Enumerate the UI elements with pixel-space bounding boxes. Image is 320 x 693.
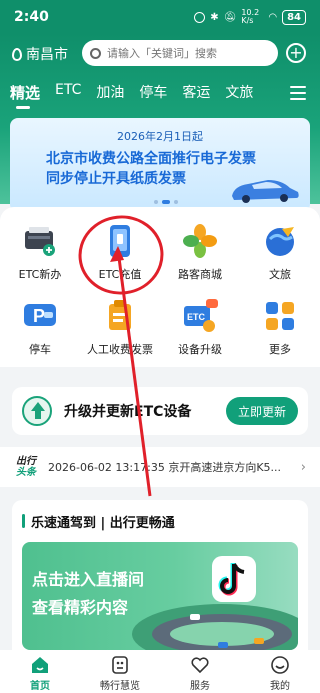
tab-etc[interactable]: ETC — [55, 82, 90, 103]
service-label: 路客商城 — [178, 268, 222, 281]
upgrade-arrow-icon — [22, 396, 52, 426]
service-device-upgrade[interactable]: ETC 设备升级 — [160, 298, 240, 357]
promo-banner[interactable]: 2026年2月1日起 北京市收费公路全面推行电子发票 同步停止开具纸质发票 — [10, 118, 310, 212]
service-etc-new[interactable]: ETC新办 — [0, 223, 80, 282]
nav-profile[interactable]: 我的 — [240, 650, 320, 693]
service-label: 文旅 — [269, 268, 291, 281]
mute-icon: 🔕︎ — [223, 11, 237, 23]
service-grid: ETC新办 ETC充值 路客商城 文旅 P 停车 人工收费发票 ETC 设备升级… — [0, 223, 320, 357]
nav-smart-travel[interactable]: 畅行慧览 — [80, 650, 160, 693]
tab-fuel[interactable]: 加油 — [96, 82, 133, 103]
promo-line-2: 查看精彩内容 — [32, 598, 129, 617]
location-label: 南昌市 — [26, 47, 68, 63]
add-button[interactable]: + — [286, 43, 306, 63]
nav-services[interactable]: 服务 — [160, 650, 240, 693]
search-icon — [90, 47, 101, 59]
banner-date: 2026年2月1日起 — [117, 130, 203, 143]
home-icon — [32, 657, 48, 673]
location-selector[interactable]: 南昌市 — [12, 44, 68, 64]
service-label: 设备升级 — [178, 343, 222, 356]
upgrade-title: 升级并更新ETC设备 — [64, 404, 192, 420]
network-speed: 10.2 K/s — [241, 8, 260, 25]
promo-line-1: 点击进入直播间 — [32, 570, 145, 589]
alarm-icon — [194, 11, 206, 23]
chevron-right-icon: › — [300, 460, 306, 475]
service-label: ETC充值 — [98, 268, 142, 281]
svg-text:ETC: ETC — [187, 312, 206, 322]
parking-icon: P — [24, 304, 56, 326]
tab-travel[interactable]: 文旅 — [225, 82, 262, 103]
profile-icon — [271, 656, 289, 674]
tiktok-logo-icon — [212, 556, 256, 602]
service-label: 人工收费发票 — [87, 343, 153, 356]
nav-home[interactable]: 首页 — [0, 650, 80, 693]
status-bar: 2:40 ✱ 🔕︎ 10.2 K/s ◠ 84 — [0, 0, 320, 34]
more-grid-icon — [266, 302, 294, 330]
tab-featured[interactable]: 精选 — [10, 82, 49, 109]
upgrade-card[interactable]: 升级并更新ETC设备 立即更新 — [12, 387, 308, 435]
svg-text:P: P — [33, 306, 45, 326]
banner-pagination — [154, 200, 178, 204]
banner-headline-1: 北京市收费公路全面推行电子发票 — [46, 151, 256, 167]
heart-icon — [191, 657, 209, 674]
section-accent-bar — [22, 514, 25, 528]
banner-headline-2: 同步停止开具纸质发票 — [46, 171, 186, 187]
service-label: 停车 — [29, 343, 51, 356]
menu-icon[interactable] — [290, 86, 306, 104]
tab-coach[interactable]: 客运 — [182, 82, 219, 103]
category-tabs: 精选 ETC 加油 停车 客运 文旅 — [10, 82, 268, 109]
etc-upgrade-icon: ETC — [184, 299, 218, 332]
service-mall[interactable]: 路客商城 — [160, 223, 240, 282]
status-time: 2:40 — [14, 9, 49, 25]
service-parking[interactable]: P 停车 — [0, 298, 80, 357]
tab-parking[interactable]: 停车 — [139, 82, 176, 103]
news-brand-logo: 出行 头条 — [16, 456, 36, 478]
service-etc-recharge[interactable]: ETC充值 — [80, 223, 160, 282]
travel-globe-icon — [266, 227, 294, 256]
news-headline: 2026-06-02 13:17:35 京开高速进京方向K5... — [48, 461, 282, 474]
phone-recharge-icon — [110, 225, 130, 257]
update-now-button[interactable]: 立即更新 — [226, 397, 298, 425]
location-pin-icon — [12, 47, 22, 61]
search-input[interactable] — [107, 46, 267, 60]
section-header: 乐速通驾到 | 出行更畅通 — [12, 500, 308, 542]
live-stream-banner[interactable]: 点击进入直播间 查看精彩内容 — [22, 542, 298, 650]
service-label: 更多 — [269, 343, 291, 356]
bluetooth-icon: ✱ — [210, 11, 219, 23]
service-label: ETC新办 — [18, 268, 62, 281]
service-more[interactable]: 更多 — [240, 298, 320, 357]
etc-card-reader-icon — [25, 227, 55, 256]
service-travel[interactable]: 文旅 — [240, 223, 320, 282]
smart-travel-icon — [112, 656, 128, 674]
service-invoice[interactable]: 人工收费发票 — [80, 298, 160, 357]
search-bar[interactable] — [82, 40, 278, 66]
section-title: 乐速通驾到 | 出行更畅通 — [31, 515, 175, 531]
service-panel: ETC新办 ETC充值 路客商城 文旅 P 停车 人工收费发票 ETC 设备升级… — [0, 207, 320, 367]
car-illustration-icon — [232, 180, 299, 203]
news-ticker[interactable]: 出行 头条 2026-06-02 13:17:35 京开高速进京方向K5... … — [0, 447, 320, 487]
bottom-nav: 首页 畅行慧览 服务 我的 — [0, 650, 320, 693]
invoice-icon — [109, 300, 131, 330]
feature-section: 乐速通驾到 | 出行更畅通 点击进入直播间 查看精彩内容 — [12, 500, 308, 650]
mall-clover-icon — [183, 224, 217, 258]
battery-indicator: 84 — [282, 9, 306, 25]
status-icons: ✱ 🔕︎ 10.2 K/s ◠ 84 — [194, 9, 306, 25]
wifi-icon: ◠ — [268, 11, 278, 23]
